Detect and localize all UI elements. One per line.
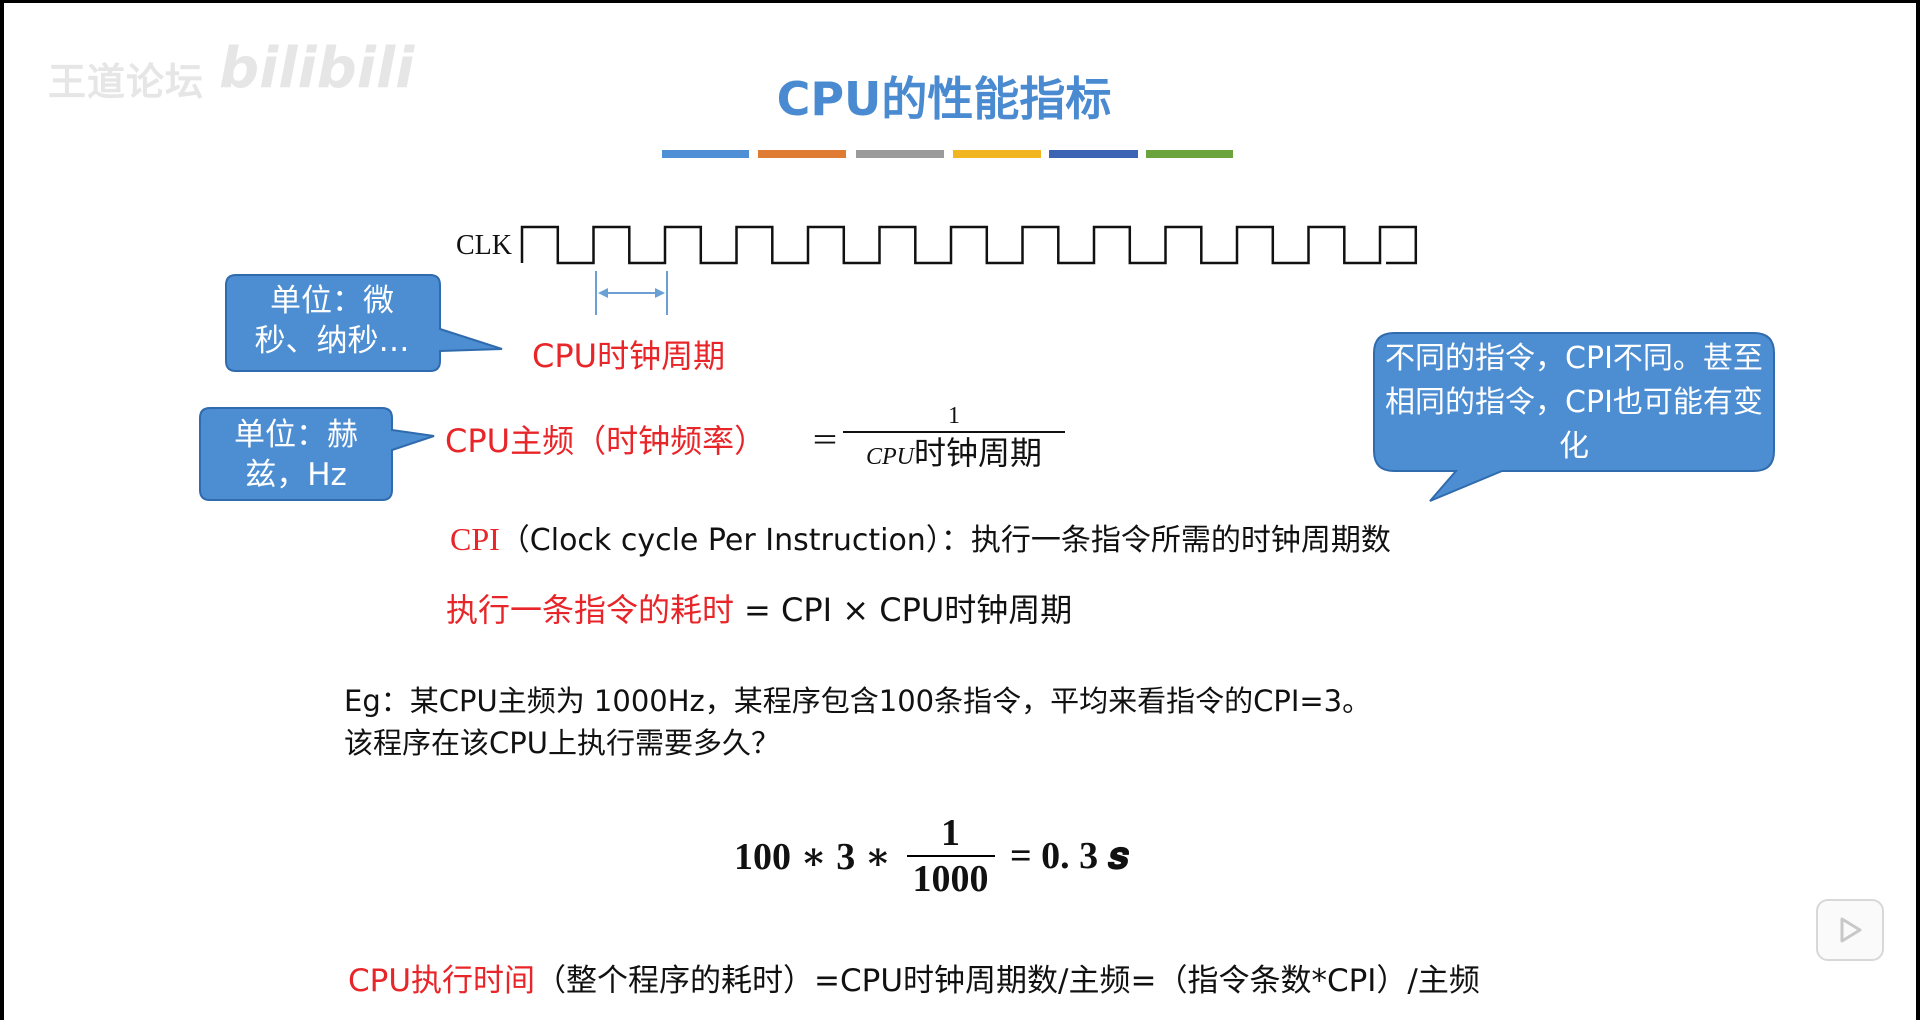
callout-unit-period: 单位：微秒、纳秒… (254, 283, 410, 359)
calculation-formula: 100 ∗ 3 ∗ 1 1000 = 0. 3 𝒔 (734, 811, 1129, 901)
summary-term: CPU执行时间 (348, 963, 536, 999)
clock-period-label: CPU时钟周期 (532, 337, 726, 375)
formula-fraction: 1 1000 (906, 811, 995, 901)
formula-denominator: 1000 (912, 858, 989, 900)
slide: 王道论坛 bilibili CPU的性能指标 CLK 单位：微秒、纳秒… CPU… (4, 3, 1916, 1020)
play-icon (1840, 917, 1862, 943)
freq-denominator-text: 时钟周期 (913, 434, 1042, 472)
example-block: Eg：某CPU主频为 1000Hz，某程序包含100条指令，平均来看指令的CPI… (344, 680, 1371, 764)
freq-numerator: 1 (843, 401, 1065, 433)
example-line-2: 该程序在该CPU上执行需要多久？ (344, 726, 780, 760)
cpu-frequency-label: CPU主频（时钟频率） (445, 422, 767, 460)
cpi-definition-line: CPI（Clock cycle Per Instruction）：执行一条指令所… (450, 515, 1391, 559)
exec-time-formula: = CPI × CPU时钟周期 (744, 591, 1073, 629)
summary-rest: （整个程序的耗时）=CPU时钟周期数/主频=（指令条数*CPI）/主频 (535, 963, 1480, 999)
cpi-term: CPI (450, 521, 500, 557)
callout-unit-freq: 单位：赫兹，Hz (234, 417, 358, 493)
example-line-1: Eg：某CPU主频为 1000Hz，某程序包含100条指令，平均来看指令的CPI… (344, 684, 1372, 718)
freq-fraction: 1 CPU时钟周期 (843, 401, 1065, 480)
formula-left: 100 ∗ 3 ∗ (734, 836, 892, 878)
callout-cpi-note: 不同的指令，CPI不同。甚至相同的指令，CPI也可能有变化 (1385, 341, 1763, 464)
exec-time-line: 执行一条指令的耗时 = CPI × CPU时钟周期 (446, 585, 1072, 631)
formula-right: = 0. 3 𝒔 (1010, 835, 1129, 877)
summary-line: CPU执行时间（整个程序的耗时）=CPU时钟周期数/主频=（指令条数*CPI）/… (348, 955, 1480, 1000)
formula-numerator: 1 (906, 811, 995, 857)
cpi-definition: （Clock cycle Per Instruction）：执行一条指令所需的时… (499, 523, 1391, 558)
play-button[interactable] (1816, 899, 1884, 961)
freq-denominator-italic: CPU (865, 444, 914, 470)
freq-equals: ＝ (811, 424, 840, 457)
exec-time-term: 执行一条指令的耗时 (446, 591, 735, 629)
